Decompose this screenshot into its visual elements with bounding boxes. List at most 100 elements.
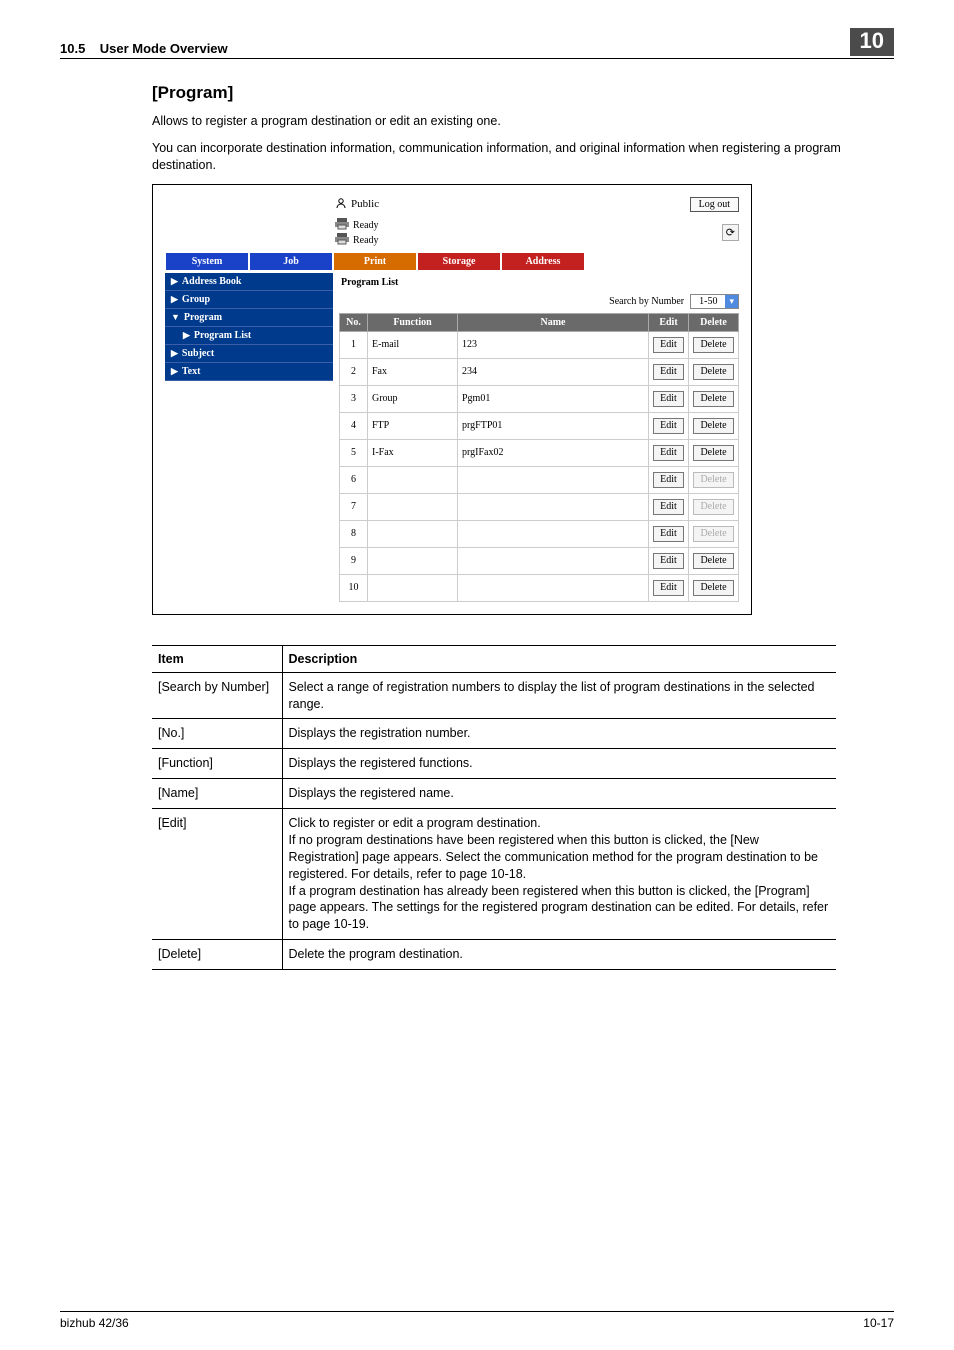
desc-row: [Search by Number]Select a range of regi… bbox=[152, 672, 836, 719]
sidebar-label: Program List bbox=[194, 330, 251, 341]
col-no: No. bbox=[340, 313, 368, 331]
edit-button[interactable]: Edit bbox=[653, 337, 684, 353]
desc-item: [Edit] bbox=[152, 809, 282, 940]
sidebar-address-book[interactable]: ▶Address Book bbox=[165, 273, 333, 291]
intro-paragraph-1: Allows to register a program destination… bbox=[152, 113, 894, 130]
cell-func: FTP bbox=[368, 412, 458, 439]
col-func: Function bbox=[368, 313, 458, 331]
desc-item: [Search by Number] bbox=[152, 672, 282, 719]
sidebar-label: Text bbox=[182, 366, 201, 377]
section-title: User Mode Overview bbox=[100, 41, 228, 56]
col-delete: Delete bbox=[689, 313, 739, 331]
cell-func: I-Fax bbox=[368, 439, 458, 466]
delete-button[interactable]: Delete bbox=[693, 580, 733, 596]
desc-item: [No.] bbox=[152, 719, 282, 749]
sidebar-group[interactable]: ▶Group bbox=[165, 291, 333, 309]
delete-button[interactable]: Delete bbox=[693, 445, 733, 461]
edit-button[interactable]: Edit bbox=[653, 580, 684, 596]
tab-job[interactable]: Job bbox=[249, 252, 333, 271]
edit-button[interactable]: Edit bbox=[653, 553, 684, 569]
table-row: 8EditDelete bbox=[340, 520, 739, 547]
desc-text: Select a range of registration numbers t… bbox=[282, 672, 836, 719]
cell-name bbox=[458, 547, 649, 574]
desc-item: [Delete] bbox=[152, 940, 282, 970]
table-row: 2Fax234EditDelete bbox=[340, 358, 739, 385]
desc-row: [Edit]Click to register or edit a progra… bbox=[152, 809, 836, 940]
dropdown-value: 1-50 bbox=[691, 295, 725, 308]
sidebar-text[interactable]: ▶Text bbox=[165, 363, 333, 381]
cell-no: 8 bbox=[340, 520, 368, 547]
cell-no: 10 bbox=[340, 574, 368, 601]
refresh-icon[interactable]: ⟳ bbox=[722, 224, 739, 241]
cell-name bbox=[458, 520, 649, 547]
cell-name bbox=[458, 466, 649, 493]
footer-left: bizhub 42/36 bbox=[60, 1316, 129, 1330]
chevron-down-icon: ▾ bbox=[725, 295, 738, 308]
cell-func: Fax bbox=[368, 358, 458, 385]
footer-right: 10-17 bbox=[863, 1316, 894, 1330]
cell-name bbox=[458, 574, 649, 601]
edit-button[interactable]: Edit bbox=[653, 472, 684, 488]
cell-func bbox=[368, 466, 458, 493]
desc-text: Displays the registered functions. bbox=[282, 749, 836, 779]
table-row: 9 Edit Delete bbox=[340, 547, 739, 574]
tab-address[interactable]: Address bbox=[501, 252, 585, 271]
list-title: Program List bbox=[341, 277, 739, 288]
cell-func bbox=[368, 493, 458, 520]
delete-button[interactable]: Delete bbox=[693, 337, 733, 353]
table-row: 5I-FaxprgIFax02EditDelete bbox=[340, 439, 739, 466]
desc-header-desc: Description bbox=[282, 645, 836, 672]
cell-no: 3 bbox=[340, 385, 368, 412]
cell-no: 6 bbox=[340, 466, 368, 493]
delete-button: Delete bbox=[693, 472, 733, 488]
user-label: Public bbox=[351, 198, 379, 210]
status-text-2: Ready bbox=[353, 235, 379, 246]
cell-name: 123 bbox=[458, 331, 649, 358]
embedded-screenshot: Public Log out Ready bbox=[152, 184, 752, 615]
delete-button: Delete bbox=[693, 499, 733, 515]
cell-no: 9 bbox=[340, 547, 368, 574]
cell-func: Group bbox=[368, 385, 458, 412]
tab-system[interactable]: System bbox=[165, 252, 249, 271]
cell-name: prgFTP01 bbox=[458, 412, 649, 439]
cell-func bbox=[368, 520, 458, 547]
col-name: Name bbox=[458, 313, 649, 331]
desc-header-item: Item bbox=[152, 645, 282, 672]
cell-func bbox=[368, 547, 458, 574]
status-text-1: Ready bbox=[353, 220, 379, 231]
sidebar-program[interactable]: ▼Program bbox=[165, 309, 333, 327]
search-range-dropdown[interactable]: 1-50 ▾ bbox=[690, 294, 739, 309]
cell-name: prgIFax02 bbox=[458, 439, 649, 466]
delete-button[interactable]: Delete bbox=[693, 418, 733, 434]
sidebar-label: Group bbox=[182, 294, 210, 305]
description-table: Item Description [Search by Number]Selec… bbox=[152, 645, 836, 970]
edit-button[interactable]: Edit bbox=[653, 445, 684, 461]
edit-button[interactable]: Edit bbox=[653, 364, 684, 380]
table-row: 1E-mail123EditDelete bbox=[340, 331, 739, 358]
desc-item: [Name] bbox=[152, 779, 282, 809]
delete-button[interactable]: Delete bbox=[693, 553, 733, 569]
cell-func bbox=[368, 574, 458, 601]
desc-row: [Delete]Delete the program destination. bbox=[152, 940, 836, 970]
cell-no: 2 bbox=[340, 358, 368, 385]
table-row: 6 Edit Delete bbox=[340, 466, 739, 493]
sidebar-subject[interactable]: ▶Subject bbox=[165, 345, 333, 363]
delete-button[interactable]: Delete bbox=[693, 391, 733, 407]
printer-icon bbox=[335, 233, 349, 248]
logout-button[interactable]: Log out bbox=[690, 197, 739, 212]
edit-button[interactable]: Edit bbox=[653, 391, 684, 407]
search-label: Search by Number bbox=[609, 296, 684, 307]
sidebar-program-list[interactable]: ▶Program List bbox=[165, 327, 333, 345]
intro-paragraph-2: You can incorporate destination informat… bbox=[152, 140, 894, 174]
delete-button[interactable]: Delete bbox=[693, 364, 733, 380]
edit-button[interactable]: Edit bbox=[653, 526, 684, 542]
desc-text: Delete the program destination. bbox=[282, 940, 836, 970]
desc-item: [Function] bbox=[152, 749, 282, 779]
edit-button[interactable]: Edit bbox=[653, 499, 684, 515]
page-heading: [Program] bbox=[152, 83, 894, 103]
cell-name: Pgm01 bbox=[458, 385, 649, 412]
section-number: 10.5 bbox=[60, 41, 85, 56]
tab-storage[interactable]: Storage bbox=[417, 252, 501, 271]
tab-print[interactable]: Print bbox=[333, 252, 417, 271]
edit-button[interactable]: Edit bbox=[653, 418, 684, 434]
